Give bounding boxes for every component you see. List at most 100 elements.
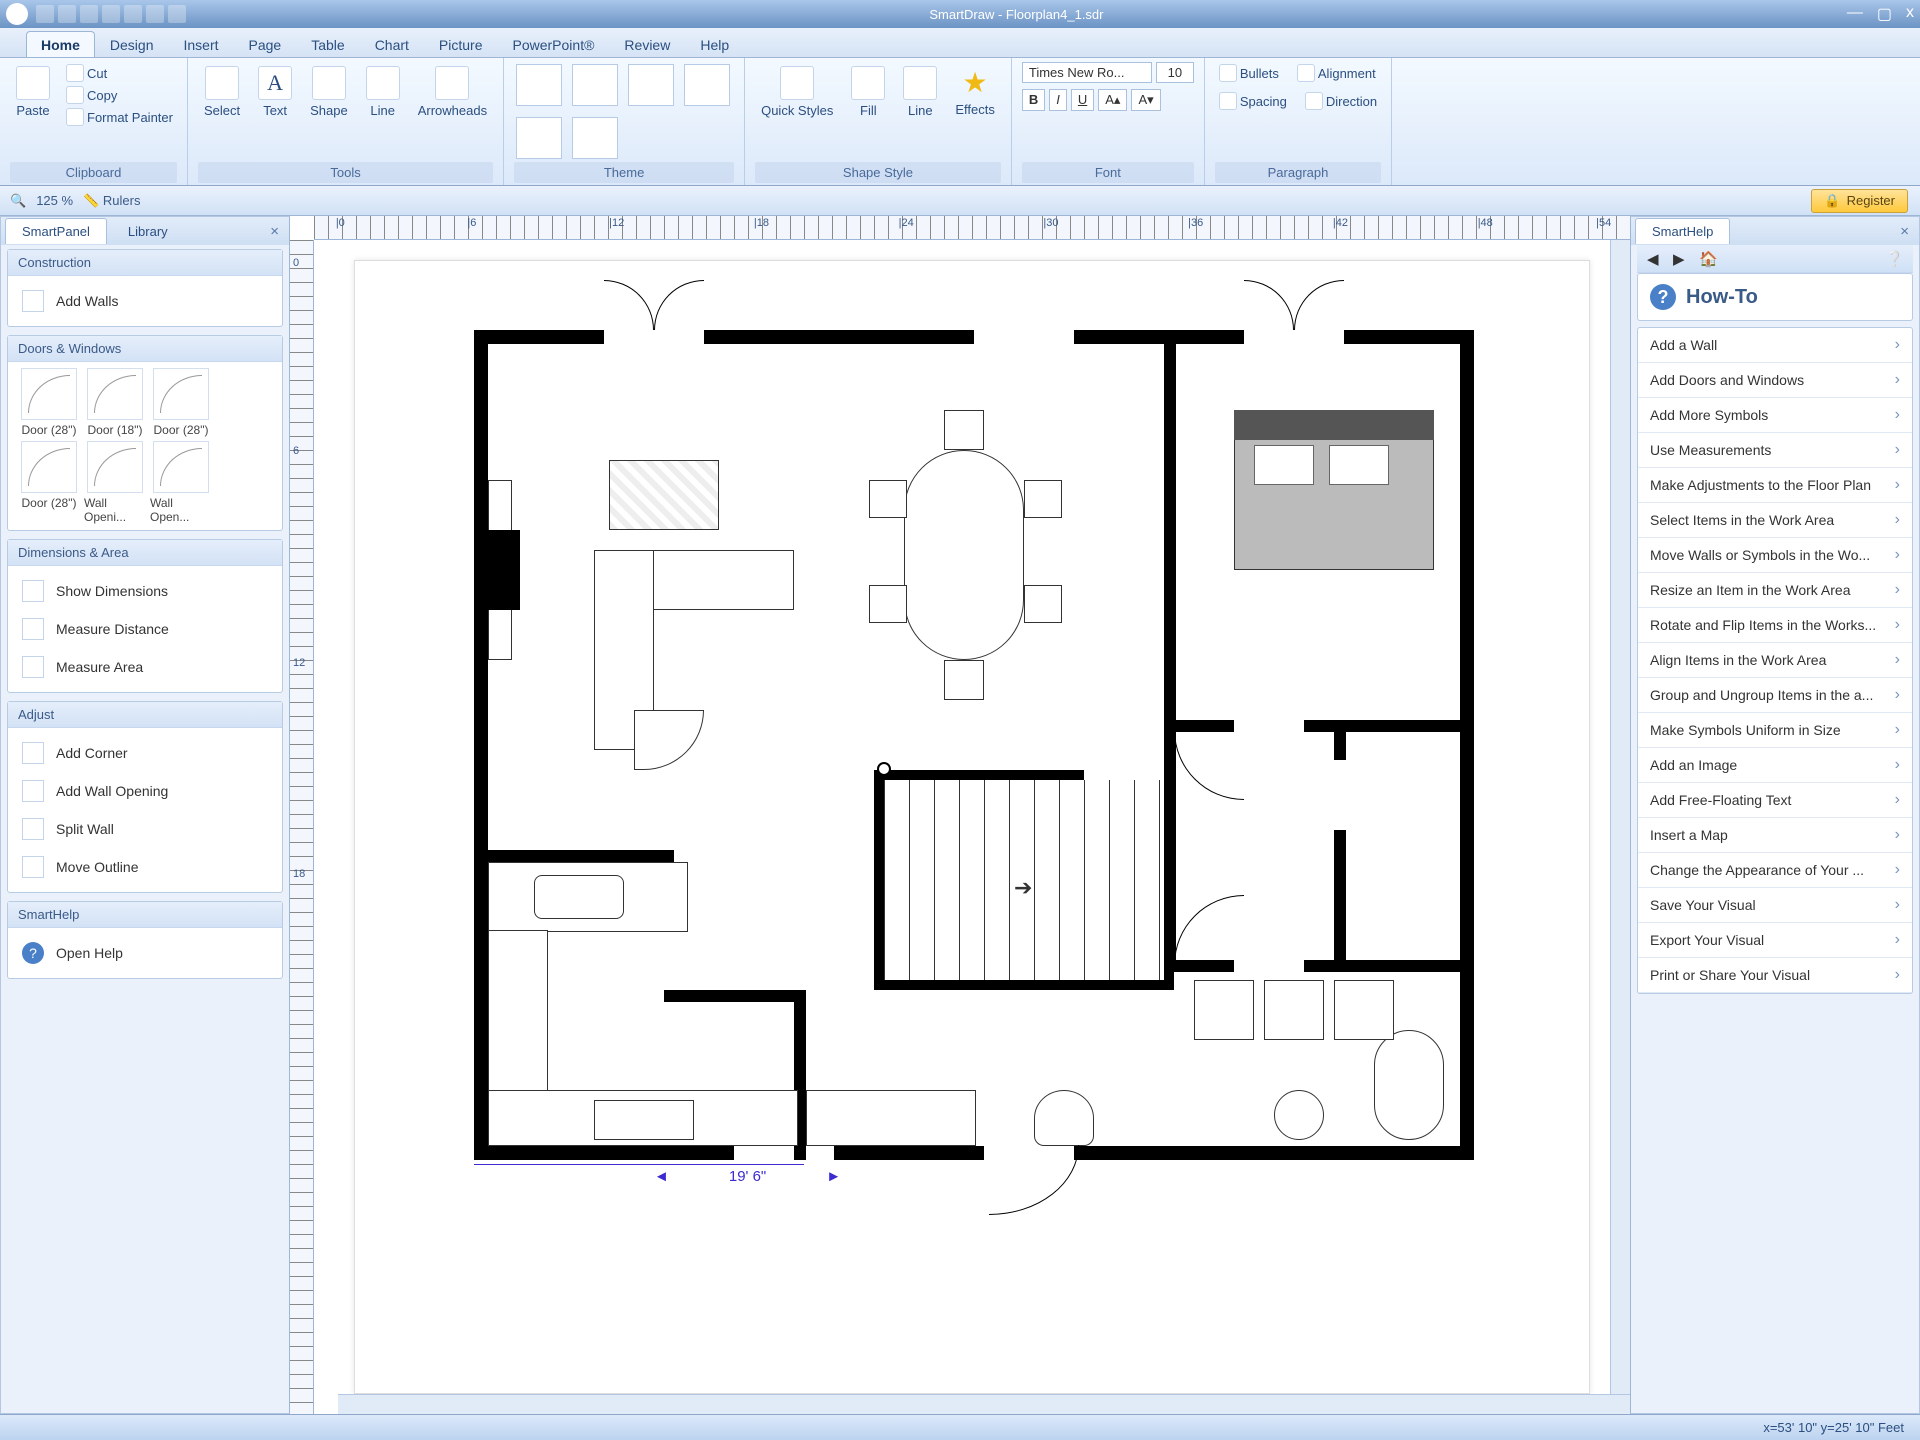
qat-new-icon[interactable] [36,5,54,23]
zoom-icon[interactable]: 🔍 [10,193,26,209]
howto-item[interactable]: Save Your Visual [1638,888,1912,923]
tab-insert[interactable]: Insert [169,31,234,57]
howto-item[interactable]: Make Symbols Uniform in Size [1638,713,1912,748]
howto-item[interactable]: Rotate and Flip Items in the Works... [1638,608,1912,643]
section-head-adjust[interactable]: Adjust [8,702,282,728]
nav-back-icon[interactable]: ◀ [1647,250,1665,268]
effects-button[interactable]: ★Effects [949,62,1001,121]
spacing-button[interactable]: Spacing [1215,90,1291,112]
cut-button[interactable]: Cut [62,62,177,84]
qat-save-icon[interactable] [80,5,98,23]
howto-item[interactable]: Resize an Item in the Work Area [1638,573,1912,608]
section-head-smarthelp[interactable]: SmartHelp [8,902,282,928]
qat-open-icon[interactable] [58,5,76,23]
grow-font-button[interactable]: A▴ [1098,89,1127,111]
alignment-button[interactable]: Alignment [1293,62,1380,84]
theme-thumb-3[interactable] [628,64,674,106]
howto-item[interactable]: Select Items in the Work Area [1638,503,1912,538]
split-wall-button[interactable]: Split Wall [18,810,272,848]
bold-button[interactable]: B [1022,89,1045,111]
move-outline-button[interactable]: Move Outline [18,848,272,886]
tab-smartpanel[interactable]: SmartPanel [5,218,107,244]
arrowheads-button[interactable]: Arrowheads [412,62,493,122]
howto-item[interactable]: Align Items in the Work Area [1638,643,1912,678]
tab-table[interactable]: Table [296,31,359,57]
theme-thumb-5[interactable] [516,117,562,159]
qat-more-icon[interactable] [168,5,186,23]
howto-item[interactable]: Export Your Visual [1638,923,1912,958]
floorplan[interactable]: ➔ [474,330,1474,1160]
tab-page[interactable]: Page [234,31,297,57]
howto-item[interactable]: Add More Symbols [1638,398,1912,433]
howto-item[interactable]: Add Free-Floating Text [1638,783,1912,818]
line-style-button[interactable]: Line [897,62,943,122]
font-color-button[interactable]: A▾ [1131,89,1160,111]
add-walls-button[interactable]: Add Walls [18,282,272,320]
help-icon-right[interactable]: ❔ [1885,250,1903,268]
text-button[interactable]: AText [252,62,298,122]
theme-thumb-1[interactable] [516,64,562,106]
fill-button[interactable]: Fill [845,62,891,122]
tab-review[interactable]: Review [609,31,685,57]
horizontal-scrollbar[interactable] [338,1394,1630,1414]
theme-thumb-6[interactable] [572,117,618,159]
close-button[interactable]: x [1906,4,1914,24]
right-panel-close[interactable]: × [1900,223,1909,240]
quick-styles-button[interactable]: Quick Styles [755,62,839,122]
font-size-select[interactable]: 10 [1156,62,1194,83]
measure-area-button[interactable]: Measure Area [18,648,272,686]
howto-item[interactable]: Add a Wall [1638,328,1912,363]
door-shape-4[interactable]: Door (28") [18,441,80,524]
format-painter-button[interactable]: Format Painter [62,106,177,128]
zoom-value[interactable]: 125 % [36,193,73,208]
select-button[interactable]: Select [198,62,246,122]
wall-open-shape-2[interactable]: Wall Open... [150,441,212,524]
canvas[interactable]: ➔ [314,240,1630,1414]
qat-undo-icon[interactable] [124,5,142,23]
rulers-toggle[interactable]: 📏 Rulers [83,193,140,209]
tab-picture[interactable]: Picture [424,31,498,57]
tab-powerpoint[interactable]: PowerPoint® [498,31,610,57]
howto-item[interactable]: Use Measurements [1638,433,1912,468]
tab-help[interactable]: Help [685,31,744,57]
theme-thumb-2[interactable] [572,64,618,106]
howto-item[interactable]: Move Walls or Symbols in the Wo... [1638,538,1912,573]
qat-print-icon[interactable] [102,5,120,23]
bullets-button[interactable]: Bullets [1215,62,1283,84]
section-head-doors[interactable]: Doors & Windows [8,336,282,362]
italic-button[interactable]: I [1049,89,1067,111]
home-icon[interactable]: 🏠 [1699,250,1717,268]
add-wall-opening-button[interactable]: Add Wall Opening [18,772,272,810]
nav-fwd-icon[interactable]: ▶ [1673,250,1691,268]
direction-button[interactable]: Direction [1301,90,1381,112]
show-dimensions-button[interactable]: Show Dimensions [18,572,272,610]
howto-item[interactable]: Group and Ungroup Items in the a... [1638,678,1912,713]
maximize-button[interactable]: ▢ [1877,4,1892,24]
section-head-dimensions[interactable]: Dimensions & Area [8,540,282,566]
section-head-construction[interactable]: Construction [8,250,282,276]
wall-open-shape-1[interactable]: Wall Openi... [84,441,146,524]
door-shape-2[interactable]: Door (18") [84,368,146,437]
vertical-scrollbar[interactable] [1610,240,1630,1394]
shape-button[interactable]: Shape [304,62,354,122]
tab-home[interactable]: Home [26,31,95,57]
measure-distance-button[interactable]: Measure Distance [18,610,272,648]
howto-item[interactable]: Add Doors and Windows [1638,363,1912,398]
howto-item[interactable]: Print or Share Your Visual [1638,958,1912,993]
theme-thumb-4[interactable] [684,64,730,106]
howto-item[interactable]: Insert a Map [1638,818,1912,853]
tab-library[interactable]: Library [111,218,185,244]
line-button[interactable]: Line [360,62,406,122]
font-name-select[interactable]: Times New Ro... [1022,62,1152,83]
open-help-button[interactable]: ?Open Help [18,934,272,972]
qat-redo-icon[interactable] [146,5,164,23]
howto-item[interactable]: Change the Appearance of Your ... [1638,853,1912,888]
copy-button[interactable]: Copy [62,84,177,106]
register-button[interactable]: Register [1811,189,1908,213]
howto-item[interactable]: Add an Image [1638,748,1912,783]
left-panel-close[interactable]: × [270,223,279,240]
door-shape-3[interactable]: Door (28") [150,368,212,437]
tab-smarthelp-right[interactable]: SmartHelp [1635,218,1730,244]
tab-chart[interactable]: Chart [360,31,424,57]
underline-button[interactable]: U [1071,89,1094,111]
